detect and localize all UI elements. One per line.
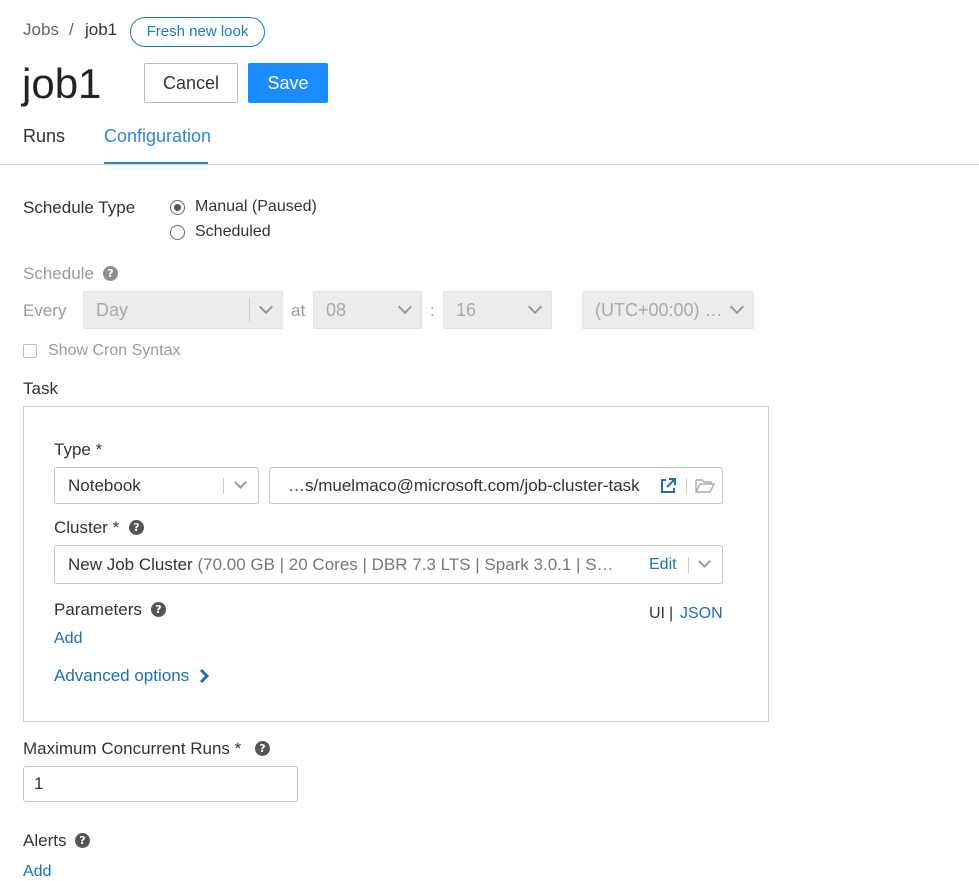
notebook-path-field[interactable]: …s/muelmaco@microsoft.com/job-cluster-ta… bbox=[269, 467, 723, 504]
notebook-path-value: …s/muelmaco@microsoft.com/job-cluster-ta… bbox=[288, 476, 640, 495]
parameters-label: Parameters bbox=[54, 600, 142, 619]
select-divider bbox=[688, 557, 689, 573]
schedule-label: Schedule bbox=[23, 264, 94, 283]
chevron-down-icon bbox=[729, 299, 745, 315]
parameters-ui-toggle[interactable]: UI bbox=[649, 605, 665, 623]
cluster-label: Cluster * bbox=[54, 518, 120, 537]
max-concurrent-runs-input[interactable]: 1 bbox=[23, 766, 298, 802]
timezone-select[interactable]: (UTC+00:00) … bbox=[582, 291, 754, 329]
tab-runs[interactable]: Runs bbox=[23, 126, 65, 164]
radio-manual[interactable] bbox=[170, 200, 185, 215]
every-label: Every bbox=[23, 301, 67, 320]
time-colon: : bbox=[430, 301, 435, 320]
advanced-options-link[interactable]: Advanced options bbox=[54, 666, 189, 686]
breadcrumb-jobs[interactable]: Jobs bbox=[23, 20, 59, 40]
at-label: at bbox=[291, 301, 306, 320]
fresh-new-look-button[interactable]: Fresh new look bbox=[130, 17, 265, 47]
select-divider bbox=[249, 298, 250, 322]
alerts-label: Alerts bbox=[23, 831, 67, 850]
parameters-add-link[interactable]: Add bbox=[54, 630, 82, 648]
folder-open-icon[interactable] bbox=[695, 477, 715, 494]
help-icon[interactable]: ? bbox=[255, 741, 270, 756]
alerts-add-link[interactable]: Add bbox=[23, 863, 51, 881]
field-divider bbox=[686, 478, 687, 494]
cluster-select[interactable]: New Job Cluster (70.00 GB | 20 Cores | D… bbox=[54, 545, 723, 584]
schedule-type-label: Schedule Type bbox=[23, 198, 136, 217]
chevron-right-icon[interactable] bbox=[198, 668, 210, 684]
chevron-down-icon bbox=[234, 476, 247, 489]
show-cron-checkbox[interactable] bbox=[23, 344, 37, 358]
type-select[interactable]: Notebook bbox=[54, 467, 259, 504]
type-value: Notebook bbox=[68, 476, 141, 495]
show-cron-label[interactable]: Show Cron Syntax bbox=[48, 342, 181, 360]
type-label: Type * bbox=[54, 440, 103, 459]
radio-scheduled[interactable] bbox=[170, 225, 185, 240]
period-value: Day bbox=[96, 300, 129, 320]
tab-divider bbox=[0, 164, 979, 165]
period-select[interactable]: Day bbox=[83, 291, 283, 329]
cluster-edit-link[interactable]: Edit bbox=[645, 546, 677, 583]
help-icon[interactable]: ? bbox=[151, 602, 166, 617]
chevron-down-icon bbox=[258, 299, 274, 315]
page-title: job1 bbox=[22, 60, 102, 107]
task-label: Task bbox=[23, 379, 58, 398]
timezone-value: (UTC+00:00) … bbox=[595, 300, 723, 320]
breadcrumb-current: job1 bbox=[85, 20, 118, 39]
parameters-json-toggle[interactable]: JSON bbox=[680, 605, 723, 623]
radio-manual-label[interactable]: Manual (Paused) bbox=[195, 198, 317, 216]
help-icon[interactable]: ? bbox=[75, 833, 90, 848]
hour-select[interactable]: 08 bbox=[313, 291, 422, 329]
tab-configuration[interactable]: Configuration bbox=[104, 126, 211, 164]
cluster-name: New Job Cluster bbox=[68, 555, 193, 574]
external-link-icon[interactable] bbox=[659, 477, 677, 495]
help-icon[interactable]: ? bbox=[103, 266, 118, 281]
max-concurrent-runs-label: Maximum Concurrent Runs * bbox=[23, 739, 242, 758]
breadcrumb-separator: / bbox=[69, 20, 74, 39]
radio-scheduled-label[interactable]: Scheduled bbox=[195, 223, 271, 241]
hour-value: 08 bbox=[326, 300, 347, 320]
cluster-details: (70.00 GB | 20 Cores | DBR 7.3 LTS | Spa… bbox=[197, 555, 614, 574]
cancel-button[interactable]: Cancel bbox=[144, 63, 238, 103]
select-divider bbox=[223, 478, 224, 494]
parameters-toggle-separator: | bbox=[669, 605, 674, 622]
save-button[interactable]: Save bbox=[248, 63, 328, 103]
help-icon[interactable]: ? bbox=[129, 520, 144, 535]
minute-value: 16 bbox=[456, 300, 477, 320]
chevron-down-icon bbox=[698, 555, 711, 568]
minute-select[interactable]: 16 bbox=[443, 291, 552, 329]
chevron-down-icon bbox=[527, 299, 543, 315]
chevron-down-icon bbox=[397, 299, 413, 315]
